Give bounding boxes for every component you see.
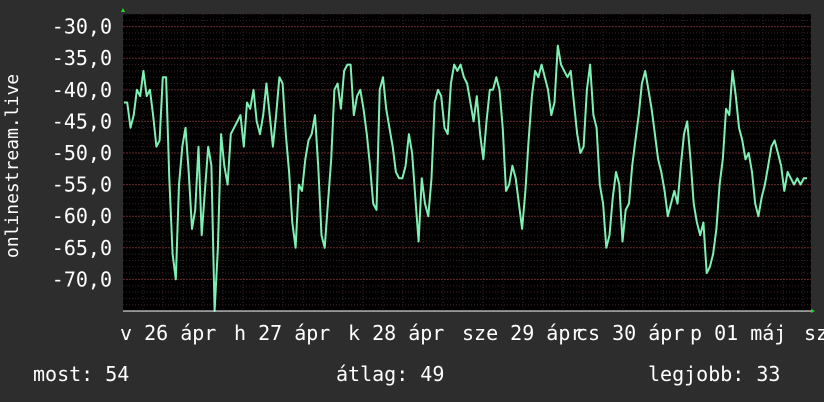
y-tick-label: -60,0 <box>52 204 112 228</box>
x-tick-labels: v 26 ápr h 27 ápr k 28 ápr sze 29 áprcs 30 … <box>120 321 824 345</box>
stat-average: átlag: 49 <box>336 362 445 386</box>
x-tick-label: h 27 ápr <box>234 321 330 345</box>
y-tick-label: -30,0 <box>52 15 112 39</box>
x-tick-label: szo 02 máj <box>804 321 824 345</box>
y-axis-label: onlinestream.live <box>2 74 23 258</box>
y-tick-label: -55,0 <box>52 173 112 197</box>
y-tick-labels: -30,0 -35,0 -40,0 -45,0 -50,0 -55,0 -60,0 -65,0… <box>52 15 112 292</box>
y-tick-label: -35,0 <box>52 46 112 70</box>
x-tick-label: v 26 ápr <box>120 321 216 345</box>
x-axis-arrow-icon <box>811 309 815 313</box>
y-tick-label: -45,0 <box>52 109 112 133</box>
x-tick-label: sze 29 ápr <box>462 321 582 345</box>
x-tick-label: p 01 máj <box>690 321 786 345</box>
stat-current: most: 54 <box>33 362 130 386</box>
y-axis-arrow-icon <box>121 8 125 12</box>
x-tick-label: k 28 ápr <box>348 321 444 345</box>
y-tick-label: -50,0 <box>52 141 112 165</box>
x-tick-label: cs 30 ápr <box>576 321 684 345</box>
line-chart: -30,0 -35,0 -40,0 -45,0 -50,0 -55,0 -60,0 -65,0… <box>2 8 824 345</box>
y-tick-label: -40,0 <box>52 78 112 102</box>
y-tick-label: -65,0 <box>52 236 112 260</box>
y-tick-label: -70,0 <box>52 267 112 291</box>
stat-best: legjobb: 33 <box>648 362 781 386</box>
